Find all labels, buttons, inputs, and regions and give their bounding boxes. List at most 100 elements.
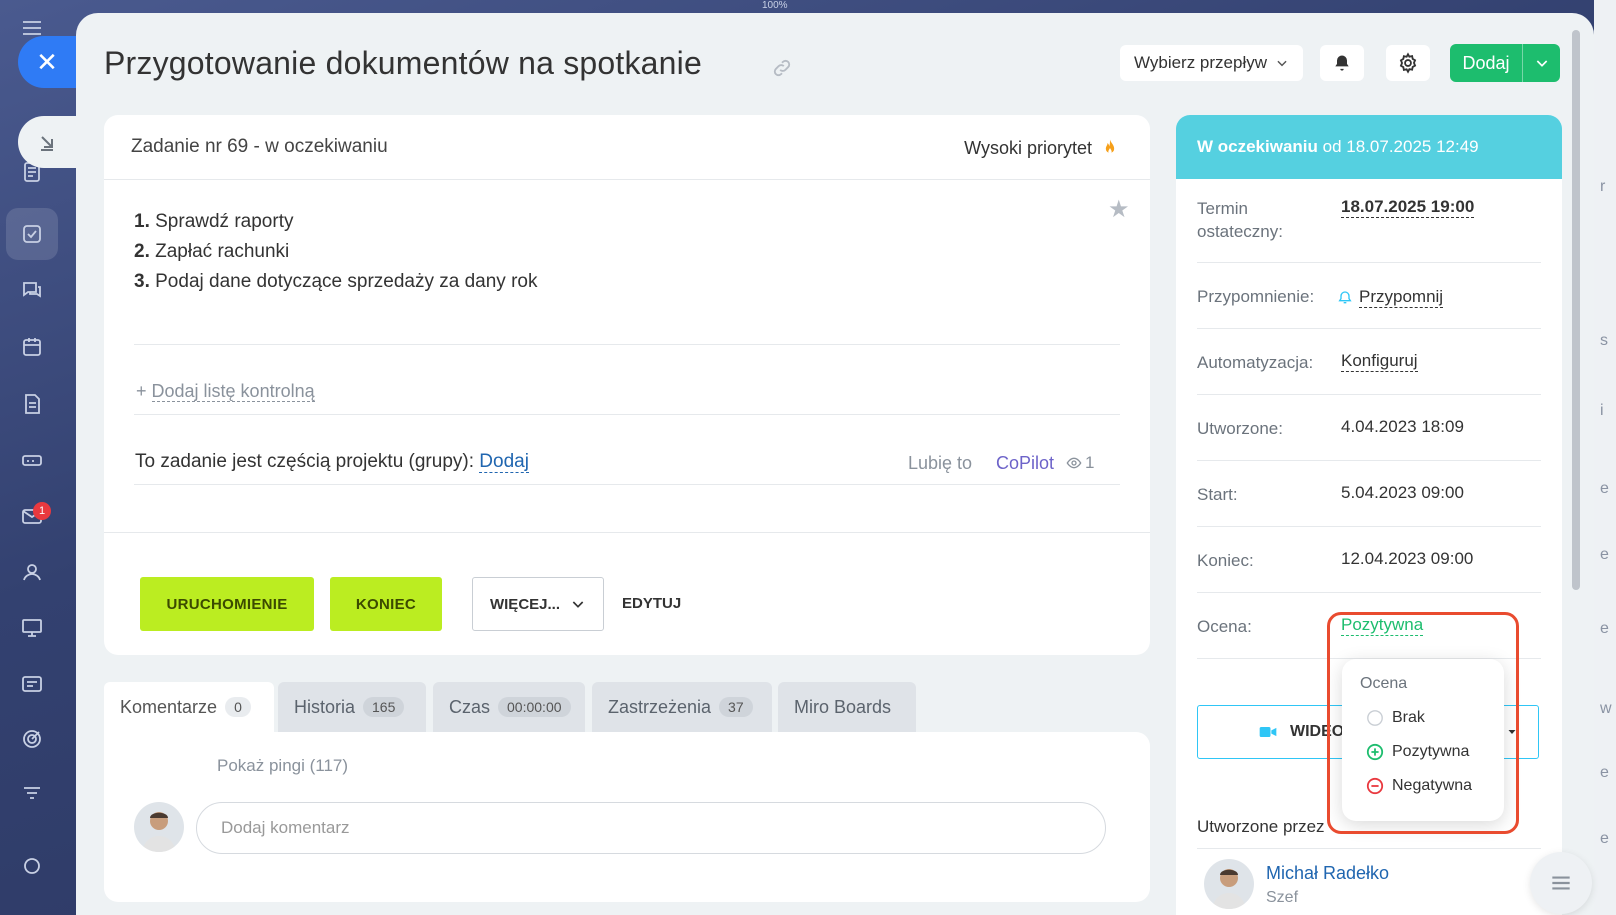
gear-icon	[1399, 52, 1417, 74]
tab-miro-boards[interactable]: Miro Boards	[778, 682, 916, 732]
reminder-row: Przypomnienie: Przypomnij	[1197, 263, 1541, 329]
page-title: Przygotowanie dokumentów na spotkanie	[104, 45, 702, 81]
documents-icon[interactable]	[18, 390, 46, 418]
task-item: 2. Zapłać rachunki	[134, 241, 290, 262]
rating-label: Ocena:	[1197, 617, 1252, 636]
video-camera-icon	[1259, 727, 1277, 737]
tab-count: 37	[719, 697, 753, 717]
goals-icon[interactable]	[18, 725, 46, 753]
panel-scrollbar[interactable]	[1572, 30, 1580, 590]
creator-name-link[interactable]: Michał Radełko	[1266, 863, 1389, 884]
add-checklist-link[interactable]: + Dodaj listę kontrolną	[136, 381, 315, 402]
mail-badge: 1	[33, 502, 51, 520]
presentation-icon[interactable]	[18, 614, 46, 642]
add-checklist-label: Dodaj listę kontrolną	[151, 381, 315, 402]
bell-icon	[1335, 55, 1349, 71]
tab-label: Historia	[294, 696, 356, 717]
tab-objections[interactable]: Zastrzeżenia 37	[592, 682, 772, 732]
end-row: Koniec: 12.04.2023 09:00	[1197, 527, 1541, 593]
priority-label: Wysoki priorytet	[964, 137, 1092, 158]
calendar-icon[interactable]	[18, 333, 46, 361]
tab-count: 0	[225, 697, 251, 717]
list-icon	[1552, 876, 1570, 890]
tasks-icon[interactable]	[18, 220, 46, 248]
add-dropdown-toggle[interactable]	[1523, 55, 1560, 71]
quick-menu-button[interactable]	[1530, 852, 1592, 914]
status-header: W oczekiwaniu od 18.07.2025 12:49	[1176, 115, 1562, 179]
creator-avatar[interactable]	[1204, 859, 1254, 909]
tab-label: Komentarze	[120, 696, 218, 717]
end-label: Koniec:	[1197, 551, 1254, 570]
settings-button[interactable]	[1386, 45, 1430, 81]
flow-select[interactable]: Wybierz przepływ	[1120, 45, 1303, 81]
add-project-link[interactable]: Dodaj	[479, 451, 529, 473]
divider	[134, 484, 1120, 485]
comment-input[interactable]: Dodaj komentarz	[196, 802, 1106, 854]
collapse-icon	[41, 136, 53, 151]
favorite-star-icon[interactable]: ★	[1108, 195, 1130, 224]
copilot-button[interactable]: CoPilot	[996, 453, 1054, 474]
annotation-highlight-box	[1327, 612, 1519, 834]
contacts-icon[interactable]	[18, 558, 46, 586]
tab-comments[interactable]: Komentarze 0	[104, 682, 274, 732]
start-button[interactable]: URUCHOMIENIE	[140, 577, 314, 631]
start-value: 5.04.2023 09:00	[1341, 483, 1464, 502]
divider	[134, 344, 1120, 345]
drive-icon[interactable]	[18, 446, 46, 474]
task-card: Zadanie nr 69 - w oczekiwaniu Wysoki pri…	[104, 115, 1150, 655]
comments-panel: Pokaż pingi (117) Dodaj komentarz	[104, 732, 1150, 902]
task-item: 1. Sprawdź raporty	[134, 211, 294, 232]
comment-placeholder: Dodaj komentarz	[221, 818, 350, 837]
task-description: 1. Sprawdź raporty 2. Zapłać rachunki 3.…	[134, 207, 537, 297]
tab-count: 00:00:00	[498, 697, 571, 717]
automation-link[interactable]: Konfiguruj	[1341, 351, 1418, 372]
fire-icon	[1105, 139, 1115, 154]
tab-history[interactable]: Historia 165	[278, 682, 426, 732]
bell-icon	[1338, 290, 1352, 303]
tab-label: Miro Boards	[794, 696, 892, 717]
add-button-label: Dodaj	[1462, 52, 1510, 73]
views-count: 1	[1085, 453, 1095, 472]
reminder-button[interactable]: Przypomnij	[1337, 287, 1444, 308]
automation-row: Automatyzacja: Konfiguruj	[1197, 329, 1541, 395]
background-page-edge: r s i e e e w e e	[1594, 0, 1616, 915]
end-button[interactable]: KONIEC	[330, 577, 442, 631]
start-row: Start: 5.04.2023 09:00	[1197, 461, 1541, 527]
tab-time[interactable]: Czas 00:00:00	[433, 682, 585, 732]
close-slider-button[interactable]: ✕	[18, 36, 76, 88]
avatar	[134, 802, 184, 852]
task-status: Zadanie nr 69 - w oczekiwaniu	[131, 136, 388, 157]
filter-icon[interactable]	[18, 780, 46, 808]
deadline-row: Termin ostateczny: 18.07.2025 19:00	[1197, 195, 1541, 263]
tab-count: 165	[363, 697, 405, 717]
chat-icon[interactable]	[18, 276, 46, 304]
automation-label: Automatyzacja:	[1197, 353, 1314, 372]
add-button[interactable]: Dodaj	[1450, 44, 1560, 82]
show-pings-link[interactable]: Pokaż pingi (117)	[217, 756, 348, 776]
like-button[interactable]: Lubię to	[908, 453, 972, 474]
notifications-button[interactable]	[1320, 45, 1364, 81]
crm-icon[interactable]	[18, 670, 46, 698]
views-counter: 1	[1066, 453, 1094, 473]
task-item: 3. Podaj dane dotyczące sprzedaży za dan…	[134, 271, 538, 292]
more-button[interactable]: WIĘCEJ...	[472, 577, 604, 631]
divider	[1197, 848, 1541, 849]
tab-label: Zastrzeżenia	[608, 696, 712, 717]
deadline-value[interactable]: 18.07.2025 19:00	[1341, 197, 1475, 218]
minimize-slider-button[interactable]	[18, 116, 76, 168]
zoom-indicator: 100%	[762, 0, 788, 11]
divider	[134, 414, 1120, 415]
edit-button[interactable]: EDYTUJ	[622, 595, 681, 612]
start-label: Start:	[1197, 485, 1238, 504]
reminder-label: Przypomnienie:	[1197, 287, 1315, 306]
deadline-label: Termin ostateczny:	[1197, 199, 1283, 241]
copy-link-icon[interactable]	[771, 57, 793, 79]
end-value: 12.04.2023 09:00	[1341, 549, 1474, 568]
task-card-header: Zadanie nr 69 - w oczekiwaniu Wysoki pri…	[104, 115, 1150, 180]
reminder-link: Przypomnij	[1359, 287, 1444, 308]
settings-robot-icon[interactable]	[18, 852, 46, 880]
chevron-down-icon	[572, 601, 584, 608]
chevron-down-icon	[1536, 60, 1547, 67]
priority-toggle[interactable]: Wysoki priorytet	[964, 137, 1120, 159]
eye-icon	[1066, 457, 1082, 469]
